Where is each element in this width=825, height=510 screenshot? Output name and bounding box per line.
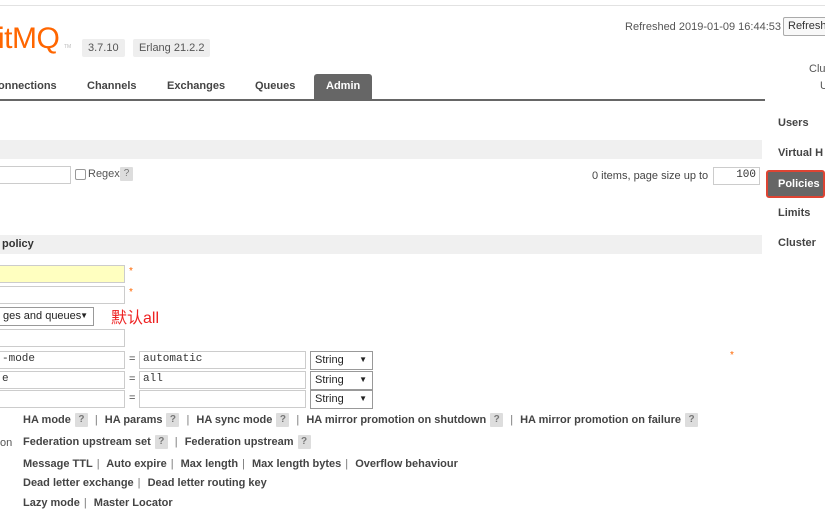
sidebar-item-policies[interactable]: Policies <box>766 170 825 198</box>
definition-value-input[interactable] <box>139 390 306 408</box>
help-icon[interactable]: ? <box>154 435 168 449</box>
policies-section-header <box>0 140 762 159</box>
federation-options-row: Federation upstream set? | Federation ups… <box>23 435 314 449</box>
tab-channels[interactable]: Channels <box>87 74 137 99</box>
policy-name-input[interactable] <box>0 265 125 283</box>
option-ha-params[interactable]: HA params <box>105 414 163 426</box>
dropdown-caret-icon: ▼ <box>359 355 367 364</box>
regex-help-icon[interactable]: ? <box>120 167 133 181</box>
rabbitmq-logo: itMQ <box>0 22 60 55</box>
definition-type-select[interactable]: String ▼ <box>310 371 373 390</box>
federation-label: on <box>0 437 13 449</box>
cluster-label: Clu <box>809 63 825 75</box>
option-federation-upstream-set[interactable]: Federation upstream set <box>23 436 151 448</box>
definition-type-select[interactable]: String ▼ <box>310 390 373 409</box>
help-icon[interactable]: ? <box>166 413 180 427</box>
definition-key-input[interactable]: e <box>0 371 125 389</box>
queue-options-row: Message TTL | Auto expire | Max length | Ma… <box>23 458 458 470</box>
definition-value-input[interactable]: automatic <box>139 351 306 369</box>
option-lazy-mode[interactable]: Lazy mode <box>23 497 80 509</box>
option-auto-expire[interactable]: Auto expire <box>106 458 167 470</box>
help-icon[interactable]: ? <box>276 413 290 427</box>
dropdown-caret-icon: ▼ <box>359 394 367 403</box>
option-dead-letter-routing-key[interactable]: Dead letter routing key <box>148 477 267 489</box>
top-divider <box>0 5 825 6</box>
regex-label: Regex <box>88 168 120 180</box>
add-policy-title: policy <box>2 238 34 250</box>
option-max-length-bytes[interactable]: Max length bytes <box>252 458 341 470</box>
option-ha-promotion-failure[interactable]: HA mirror promotion on failure <box>520 414 681 426</box>
regex-checkbox[interactable] <box>75 169 86 180</box>
option-federation-upstream[interactable]: Federation upstream <box>185 436 294 448</box>
option-max-length[interactable]: Max length <box>181 458 238 470</box>
items-count: 0 items, page size up to <box>592 170 709 182</box>
definition-type-value: String <box>315 374 344 386</box>
tab-connections[interactable]: onnections <box>0 74 57 99</box>
sidebar-item-limits[interactable]: Limits <box>778 207 810 219</box>
name-required-marker: * <box>129 266 133 277</box>
tab-exchanges[interactable]: Exchanges <box>167 74 225 99</box>
option-ha-promotion-shutdown[interactable]: HA mirror promotion on shutdown <box>306 414 486 426</box>
misc-options-row: Lazy mode | Master Locator <box>23 497 173 509</box>
priority-input[interactable] <box>0 329 125 347</box>
refreshed-timestamp: Refreshed 2019-01-09 16:44:53 <box>625 21 781 33</box>
option-master-locator[interactable]: Master Locator <box>94 497 173 509</box>
equals-sign: = <box>129 353 136 365</box>
definition-type-value: String <box>315 354 344 366</box>
erlang-badge: Erlang 21.2.2 <box>133 39 211 57</box>
sidebar-item-cluster[interactable]: Cluster <box>778 237 816 249</box>
user-label: U <box>820 80 825 92</box>
option-message-ttl[interactable]: Message TTL <box>23 458 93 470</box>
definition-key-input[interactable] <box>0 390 125 408</box>
add-policy-section-header: policy <box>0 235 762 254</box>
help-icon[interactable]: ? <box>74 413 88 427</box>
refresh-button[interactable]: Refresh <box>783 17 825 36</box>
pattern-required-marker: * <box>129 287 133 298</box>
option-ha-sync-mode[interactable]: HA sync mode <box>196 414 272 426</box>
definition-value-input[interactable]: all <box>139 371 306 389</box>
help-icon[interactable]: ? <box>685 413 699 427</box>
dropdown-caret-icon: ▼ <box>359 375 367 384</box>
sidebar-item-users[interactable]: Users <box>778 117 809 129</box>
equals-sign: = <box>129 392 136 404</box>
tab-admin[interactable]: Admin <box>314 74 373 99</box>
apply-to-value: ges and queues <box>3 310 82 322</box>
annotation-note: 默认all <box>111 310 160 327</box>
ha-options-row: HA mode? | HA params? | HA sync mode? | HA … <box>23 413 701 427</box>
apply-to-select[interactable]: ges and queues ▼ <box>0 307 94 326</box>
tab-queues[interactable]: Queues <box>255 74 295 99</box>
definition-key-input[interactable]: -mode <box>0 351 125 369</box>
equals-sign: = <box>129 373 136 385</box>
option-overflow-behaviour[interactable]: Overflow behaviour <box>355 458 458 470</box>
help-icon[interactable]: ? <box>297 435 311 449</box>
pattern-input[interactable] <box>0 286 125 304</box>
definition-required-marker: * <box>730 350 734 361</box>
option-ha-mode[interactable]: HA mode <box>23 414 71 426</box>
dead-letter-options-row: Dead letter exchange | Dead letter routin… <box>23 477 267 489</box>
definition-type-value: String <box>315 393 344 405</box>
tabs-underline <box>0 99 765 101</box>
help-icon[interactable]: ? <box>490 413 504 427</box>
dropdown-caret-icon: ▼ <box>80 311 88 320</box>
option-dead-letter-exchange[interactable]: Dead letter exchange <box>23 477 134 489</box>
definition-type-select[interactable]: String ▼ <box>310 351 373 370</box>
sidebar-item-label: Policies <box>778 178 820 190</box>
sidebar-item-virtual-hosts[interactable]: Virtual H <box>778 147 823 159</box>
page-size-input[interactable]: 100 <box>713 167 760 185</box>
logo-tm: TM <box>64 44 72 50</box>
version-badge: 3.7.10 <box>82 39 125 57</box>
filter-input[interactable] <box>0 166 71 184</box>
